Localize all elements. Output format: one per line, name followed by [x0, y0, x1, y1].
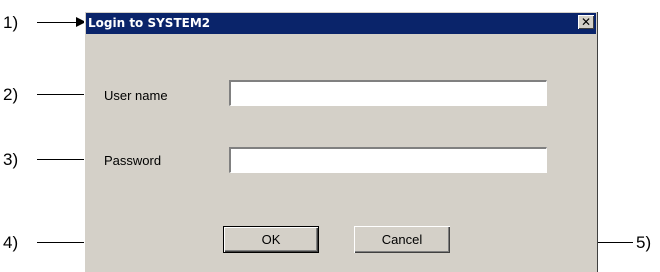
- callout-3-label: 3): [3, 150, 19, 169]
- password-label: Password: [104, 153, 162, 168]
- ok-button-label: OK: [261, 232, 281, 247]
- callout-1-label: 1): [3, 13, 19, 32]
- dialog-title: Login to SYSTEM2: [88, 16, 211, 30]
- callout-5-label: 5): [636, 233, 652, 252]
- cancel-button[interactable]: Cancel: [354, 226, 450, 253]
- password-input[interactable]: [228, 146, 548, 174]
- close-icon: ✕: [580, 15, 592, 29]
- username-label: User name: [104, 88, 168, 103]
- ok-button[interactable]: OK: [223, 226, 319, 253]
- dialog-titlebar[interactable]: Login to SYSTEM2 ✕: [86, 13, 596, 34]
- close-button[interactable]: ✕: [578, 15, 594, 29]
- cancel-button-label: Cancel: [381, 232, 423, 247]
- login-dialog: Login to SYSTEM2 ✕ User name Password OK…: [84, 11, 598, 272]
- username-input[interactable]: [228, 79, 548, 107]
- callout-4-label: 4): [3, 233, 19, 252]
- callout-2-label: 2): [3, 85, 19, 104]
